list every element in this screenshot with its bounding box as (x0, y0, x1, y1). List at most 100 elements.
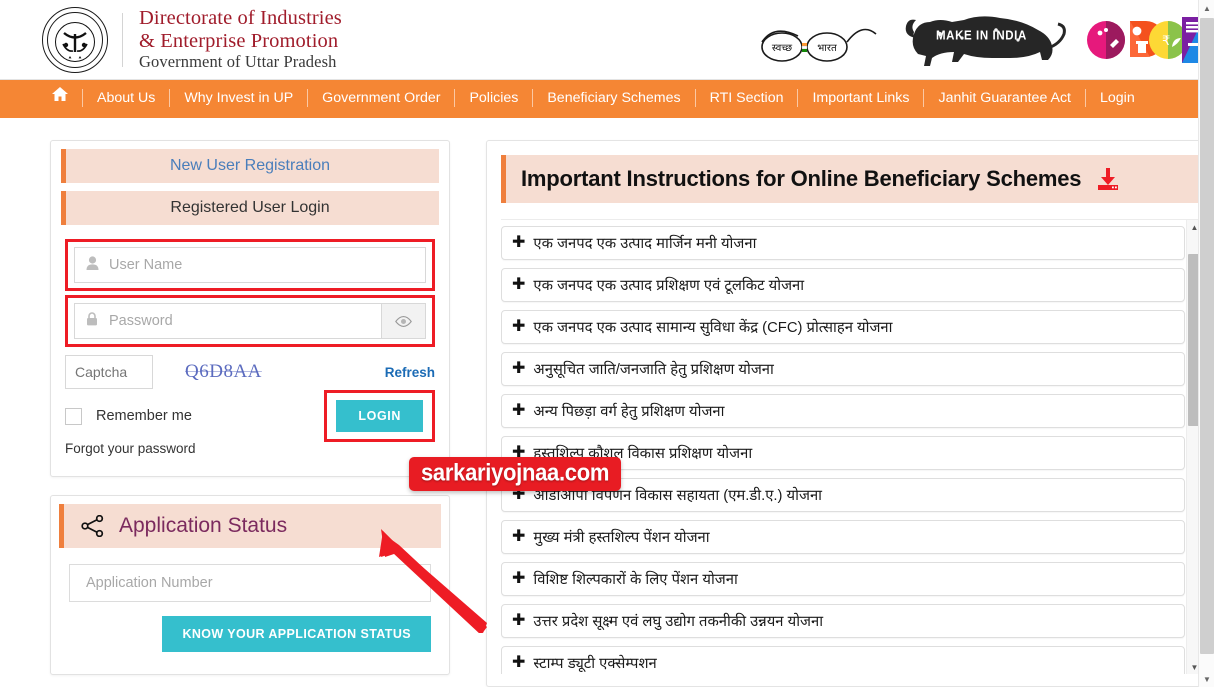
login-tabs: New User Registration Registered User Lo… (51, 141, 449, 225)
instructions-header: Important Instructions for Online Benefi… (501, 155, 1203, 203)
password-input[interactable] (109, 304, 381, 338)
eye-glyph (395, 315, 412, 327)
department-colorful-logo: ₹ (1087, 16, 1204, 63)
make-in-india-label: MAKE IN INDIA (936, 28, 1027, 43)
know-status-row: KNOW YOUR APPLICATION STATUS (69, 616, 431, 652)
plus-icon: ✚ (512, 360, 526, 377)
application-status-title: Application Status (119, 514, 288, 537)
brand-divider (122, 12, 123, 67)
page-scroll-down-arrow-icon[interactable]: ▼ (1199, 671, 1214, 687)
home-icon[interactable] (38, 79, 82, 117)
nav-item-janhit-guarantee-act[interactable]: Janhit Guarantee Act (924, 79, 1085, 117)
scheme-label: उत्तर प्रदेश सूक्ष्म एवं लघु उद्योग तकनी… (533, 614, 824, 630)
scheme-label: अन्य पिछड़ा वर्ग हेतु प्रशिक्षण योजना (533, 404, 725, 420)
scheme-item[interactable]: ✚ मुख्य मंत्री हस्तशिल्प पेंशन योजना (501, 520, 1185, 554)
plus-icon: ✚ (512, 234, 526, 251)
login-button-highlight-box: LOGIN (324, 390, 435, 442)
remember-me-checkbox[interactable] (65, 407, 82, 425)
captcha-row: Q6D8AA Refresh (65, 355, 435, 389)
scheme-item[interactable]: ✚ विशिष्ट शिल्पकारों के लिए पेंशन योजना (501, 562, 1185, 596)
nav-item-login[interactable]: Login (1086, 79, 1149, 117)
plus-icon: ✚ (512, 570, 526, 587)
share-icon (81, 515, 104, 537)
forgot-password-link[interactable]: Forgot your password (65, 439, 435, 466)
plus-icon: ✚ (512, 612, 526, 629)
user-icon (75, 256, 109, 274)
scheme-label: एक जनपद एक उत्पाद प्रशिक्षण एवं टूलकिट य… (533, 278, 805, 294)
plus-icon: ✚ (512, 402, 526, 419)
schemes-scroll-area[interactable]: ✚ एक जनपद एक उत्पाद मार्जिन मनी योजना ✚ … (501, 219, 1203, 674)
scheme-item[interactable]: ✚ एक जनपद एक उत्पाद प्रशिक्षण एवं टूलकिट… (501, 268, 1185, 302)
left-column: New User Registration Registered User Lo… (50, 140, 450, 675)
scheme-item[interactable]: ✚ एक जनपद एक उत्पाद मार्जिन मनी योजना (501, 226, 1185, 260)
nav-item-beneficiary-schemes[interactable]: Beneficiary Schemes (533, 79, 694, 117)
user-glyph (86, 256, 98, 270)
scheme-label: मुख्य मंत्री हस्तशिल्प पेंशन योजना (533, 530, 710, 546)
plus-icon: ✚ (512, 276, 526, 293)
login-button[interactable]: LOGIN (336, 400, 423, 432)
login-form: Q6D8AA Refresh Remember me LOGIN Forgot … (51, 233, 449, 476)
plus-icon: ✚ (512, 318, 526, 335)
know-your-application-status-button[interactable]: KNOW YOUR APPLICATION STATUS (162, 616, 431, 652)
remember-me-label: Remember me (96, 408, 192, 424)
username-input[interactable] (109, 248, 425, 282)
scheme-item[interactable]: ✚ अन्य पिछड़ा वर्ग हेतु प्रशिक्षण योजना (501, 394, 1185, 428)
application-number-input[interactable] (69, 564, 431, 602)
scheme-label: विशिष्ट शिल्पकारों के लिए पेंशन योजना (533, 572, 738, 588)
nav-item-why-invest-in-up[interactable]: Why Invest in UP (170, 79, 307, 117)
scheme-label: स्टाम्प ड्यूटी एक्सेम्पशन (533, 656, 657, 672)
application-status-card: Application Status KNOW YOUR APPLICATION… (50, 495, 450, 675)
lock-icon (75, 312, 109, 330)
brand-line-3: Government of Uttar Pradesh (139, 52, 337, 72)
brand-line-2: & Enterprise Promotion (139, 30, 339, 53)
svg-text:स्वच्छ: स्वच्छ (772, 43, 792, 54)
page-scroll-up-arrow-icon[interactable]: ▲ (1199, 0, 1214, 16)
download-icon[interactable] (1095, 166, 1121, 192)
main-navigation[interactable]: About Us Why Invest in UP Government Ord… (0, 80, 1214, 118)
watermark: sarkariyojnaa.com (409, 457, 622, 491)
scheme-label: एक जनपद एक उत्पाद मार्जिन मनी योजना (533, 236, 757, 252)
nav-item-about-us[interactable]: About Us (83, 79, 169, 117)
brand-line-1: Directorate of Industries (139, 6, 342, 29)
refresh-captcha-link[interactable]: Refresh (385, 365, 435, 380)
nav-item-important-links[interactable]: Important Links (798, 79, 923, 117)
emblem-glyph (55, 21, 95, 62)
scheme-label: एक जनपद एक उत्पाद सामान्य सुविधा केंद्र … (533, 320, 893, 336)
nav-item-rti-section[interactable]: RTI Section (696, 79, 798, 117)
plus-icon: ✚ (512, 528, 526, 545)
emblem-wrap (42, 6, 108, 73)
scheme-item[interactable]: ✚ उत्तर प्रदेश सूक्ष्म एवं लघु उद्योग तक… (501, 604, 1185, 638)
nav-item-government-order[interactable]: Government Order (308, 79, 454, 117)
page-body: New User Registration Registered User Lo… (0, 118, 1214, 687)
tab-new-user-registration[interactable]: New User Registration (61, 149, 439, 183)
scheme-item[interactable]: ✚ स्टाम्प ड्यूटी एक्सेम्पशन (501, 646, 1185, 674)
captcha-code: Q6D8AA (185, 361, 262, 382)
site-header: Directorate of Industries & Enterprise P… (0, 0, 1214, 80)
page-scrollbar-thumb[interactable] (1200, 18, 1214, 654)
password-row (74, 303, 426, 339)
nav-item-policies[interactable]: Policies (455, 79, 532, 117)
home-glyph (52, 87, 68, 101)
uttar-pradesh-state-emblem-icon (42, 6, 108, 73)
instructions-panel: Important Instructions for Online Benefi… (486, 140, 1214, 687)
brand-text: Directorate of Industries & Enterprise P… (139, 7, 342, 73)
header-logos: स्वच्छ भारत MAKE IN INDIA ₹ (754, 8, 1206, 72)
svg-text:भारत: भारत (817, 43, 837, 54)
application-status-header: Application Status (59, 504, 441, 548)
page-scrollbar[interactable]: ▲ ▼ (1198, 0, 1214, 687)
instructions-title: Important Instructions for Online Benefi… (521, 166, 1082, 191)
password-highlight-box (65, 295, 435, 347)
scheme-item[interactable]: ✚ एक जनपद एक उत्पाद सामान्य सुविधा केंद्… (501, 310, 1185, 344)
swachh-bharat-logo: स्वच्छ भारत (761, 28, 877, 62)
plus-icon: ✚ (512, 654, 526, 671)
lock-glyph (87, 312, 97, 326)
make-in-india-logo: MAKE IN INDIA (900, 8, 1068, 72)
tab-registered-user-login[interactable]: Registered User Login (61, 191, 439, 225)
captcha-input[interactable] (65, 355, 153, 389)
remember-me-row: Remember me LOGIN (65, 390, 435, 442)
scheme-item[interactable]: ✚ अनुसूचित जाति/जनजाति हेतु प्रशिक्षण यो… (501, 352, 1185, 386)
svg-text:₹: ₹ (1162, 34, 1170, 49)
username-highlight-box (65, 239, 435, 291)
scheme-label: अनुसूचित जाति/जनजाति हेतु प्रशिक्षण योजन… (533, 362, 774, 378)
toggle-password-visibility-icon[interactable] (381, 304, 425, 338)
